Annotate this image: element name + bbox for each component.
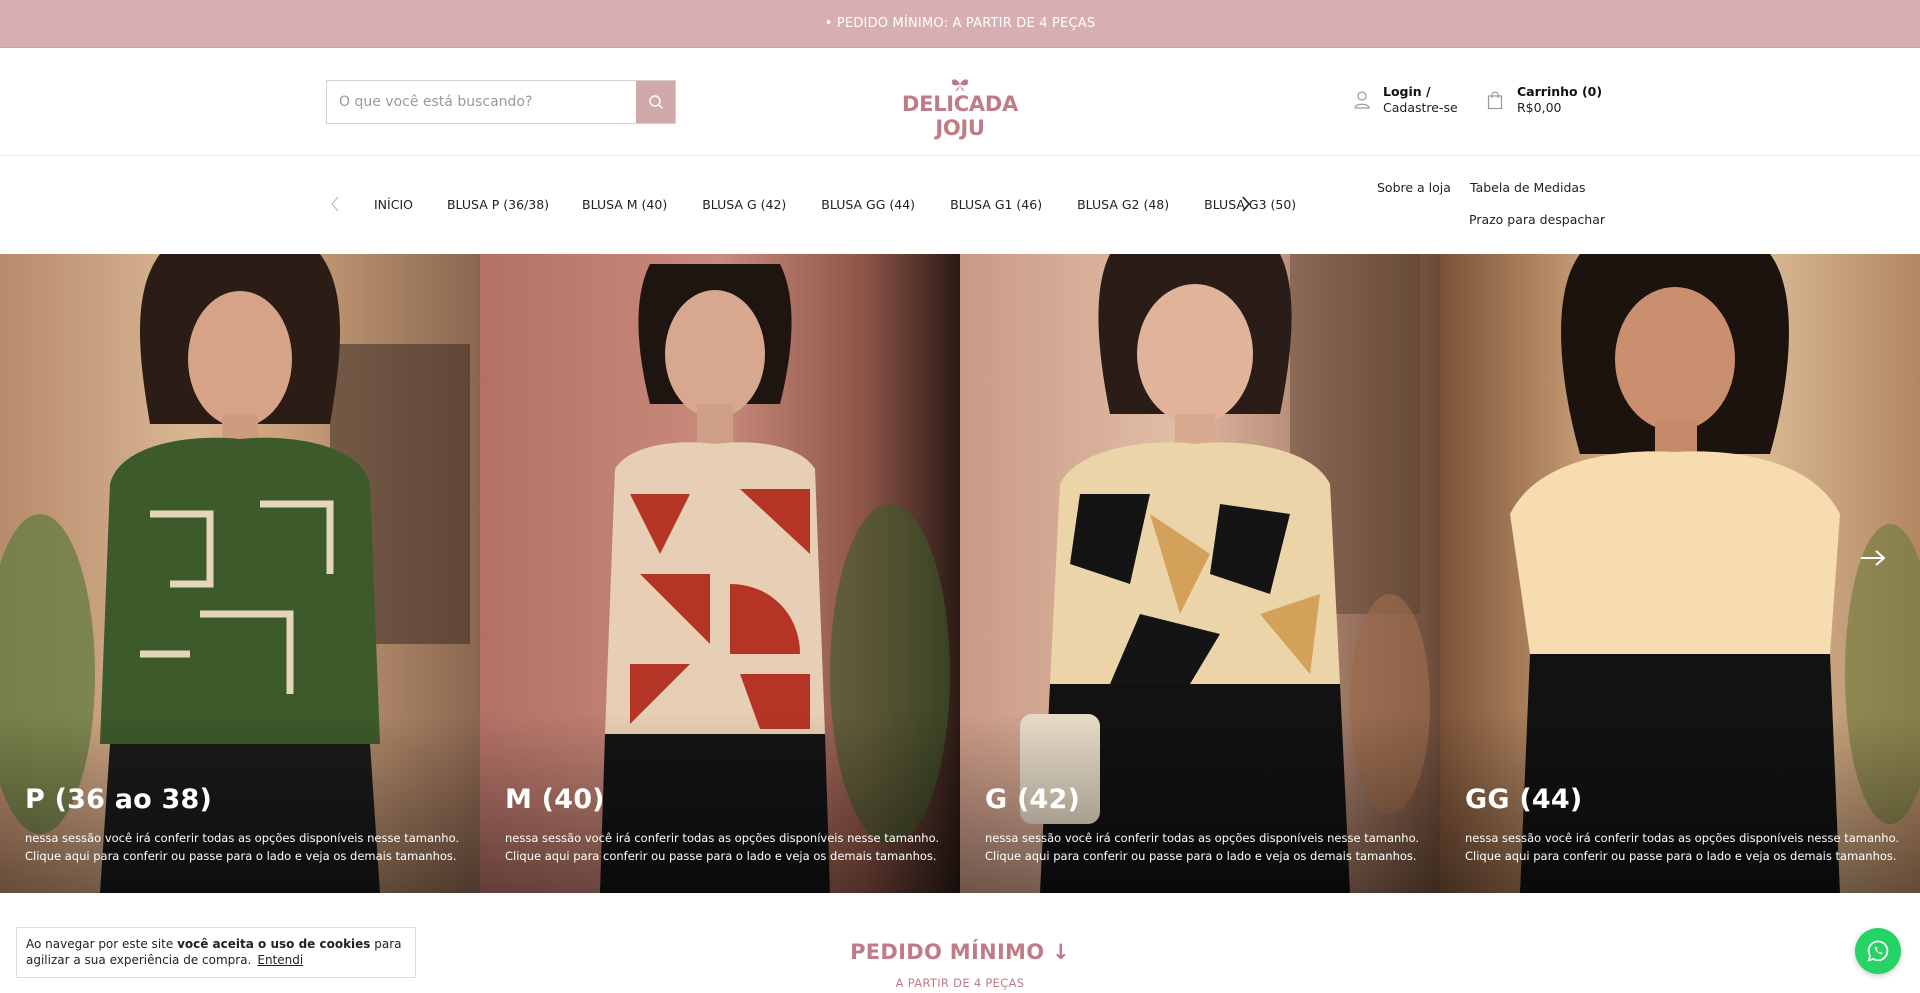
nav-next-button[interactable] <box>1241 196 1251 216</box>
cookie-text-before: Ao navegar por este site <box>26 937 178 951</box>
logo-wordmark: DELICADA JOJU <box>902 92 1018 140</box>
nav-item-blusa-g1[interactable]: BLUSA G1 (46) <box>950 197 1042 212</box>
account-link[interactable]: Login / Cadastre-se <box>1353 84 1458 116</box>
min-order-title: PEDIDO MÍNIMO ↓ <box>850 940 1070 964</box>
butterfly-icon <box>951 79 969 91</box>
min-order-section: PEDIDO MÍNIMO ↓ A PARTIR DE 4 PEÇAS <box>760 940 1160 990</box>
banner-description: nessa sessão você irá conferir todas as … <box>1465 831 1900 863</box>
cookie-accept-link[interactable]: Entendi <box>257 953 303 967</box>
banner-description: nessa sessão você irá conferir todas as … <box>505 831 940 863</box>
nav-list: INÍCIO BLUSA P (36/38) BLUSA M (40) BLUS… <box>374 197 1296 212</box>
nav-item-blusa-gg[interactable]: BLUSA GG (44) <box>821 197 915 212</box>
banner-size-g[interactable]: G (42) nessa sessão você irá conferir to… <box>960 254 1440 893</box>
chevron-left-icon <box>331 196 339 212</box>
nav-item-blusa-p[interactable]: BLUSA P (36/38) <box>447 197 549 212</box>
signup-label: Cadastre-se <box>1383 100 1458 115</box>
nav-item-blusa-m[interactable]: BLUSA M (40) <box>582 197 667 212</box>
banner-size-gg[interactable]: GG (44) nessa sessão você irá conferir t… <box>1440 254 1920 893</box>
shopping-bag-icon <box>1487 91 1503 110</box>
size-category-banners: P (36 ao 38) nessa sessão você irá confe… <box>0 254 1920 893</box>
login-label: Login / <box>1383 84 1431 99</box>
search-button[interactable] <box>636 81 675 123</box>
hero-next-button[interactable] <box>1860 550 1886 570</box>
whatsapp-icon <box>1867 940 1889 962</box>
banner-size-m[interactable]: M (40) nessa sessão você irá conferir to… <box>480 254 960 893</box>
announcement-bar: • PEDIDO MÍNIMO: A PARTIR DE 4 PEÇAS <box>0 0 1920 48</box>
banner-title: GG (44) <box>1465 784 1583 815</box>
store-logo[interactable]: DELICADA JOJU <box>880 78 1040 140</box>
banner-title: P (36 ao 38) <box>25 784 212 815</box>
banner-title: M (40) <box>505 784 605 815</box>
banner-size-p[interactable]: P (36 ao 38) nessa sessão você irá confe… <box>0 254 480 893</box>
nav-prev-button[interactable] <box>330 196 340 216</box>
cart-total-label: R$0,00 <box>1517 100 1562 115</box>
link-prazo-para-despachar[interactable]: Prazo para despachar <box>1469 212 1605 227</box>
search-icon <box>648 95 663 109</box>
announcement-text: • PEDIDO MÍNIMO: A PARTIR DE 4 PEÇAS <box>824 16 1096 31</box>
search-form <box>326 80 676 124</box>
cookie-banner: Ao navegar por este site você aceita o u… <box>16 927 416 978</box>
link-tabela-de-medidas[interactable]: Tabela de Medidas <box>1470 180 1586 195</box>
nav-item-inicio[interactable]: INÍCIO <box>374 197 413 212</box>
cart-link[interactable]: Carrinho (0) R$0,00 <box>1487 84 1602 116</box>
nav-item-blusa-g2[interactable]: BLUSA G2 (48) <box>1077 197 1169 212</box>
user-icon <box>1354 91 1370 109</box>
nav-item-blusa-g[interactable]: BLUSA G (42) <box>702 197 786 212</box>
banner-description: nessa sessão você irá conferir todas as … <box>25 831 460 863</box>
cart-count-label: Carrinho (0) <box>1517 84 1603 99</box>
whatsapp-button[interactable] <box>1855 928 1901 974</box>
banner-description: nessa sessão você irá conferir todas as … <box>985 831 1420 863</box>
site-header: DELICADA JOJU Login / Cadastre-se Carrin… <box>0 48 1920 156</box>
banner-title: G (42) <box>985 784 1081 815</box>
main-nav: INÍCIO BLUSA P (36/38) BLUSA M (40) BLUS… <box>0 156 1920 254</box>
chevron-right-icon <box>1242 196 1251 212</box>
arrow-right-icon <box>1861 550 1886 566</box>
search-input[interactable] <box>327 81 636 123</box>
cookie-text-bold: você aceita o uso de cookies <box>177 937 371 951</box>
link-sobre-a-loja[interactable]: Sobre a loja <box>1377 180 1451 195</box>
min-order-subtitle: A PARTIR DE 4 PEÇAS <box>895 976 1025 990</box>
